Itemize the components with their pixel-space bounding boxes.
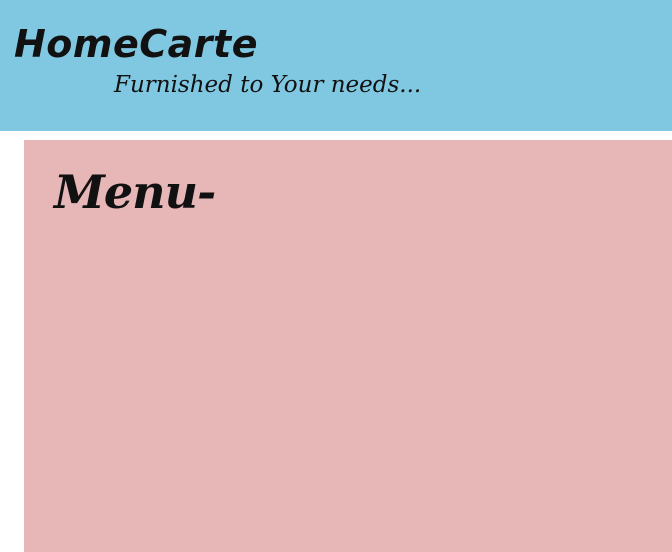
menu-panel: Menu- bbox=[24, 140, 672, 552]
menu-heading: Menu- bbox=[54, 165, 216, 219]
brand-title: HomeCarte bbox=[14, 22, 258, 66]
brand-tagline: Furnished to Your needs... bbox=[114, 72, 422, 98]
site-header: HomeCarte Furnished to Your needs... bbox=[0, 0, 672, 131]
